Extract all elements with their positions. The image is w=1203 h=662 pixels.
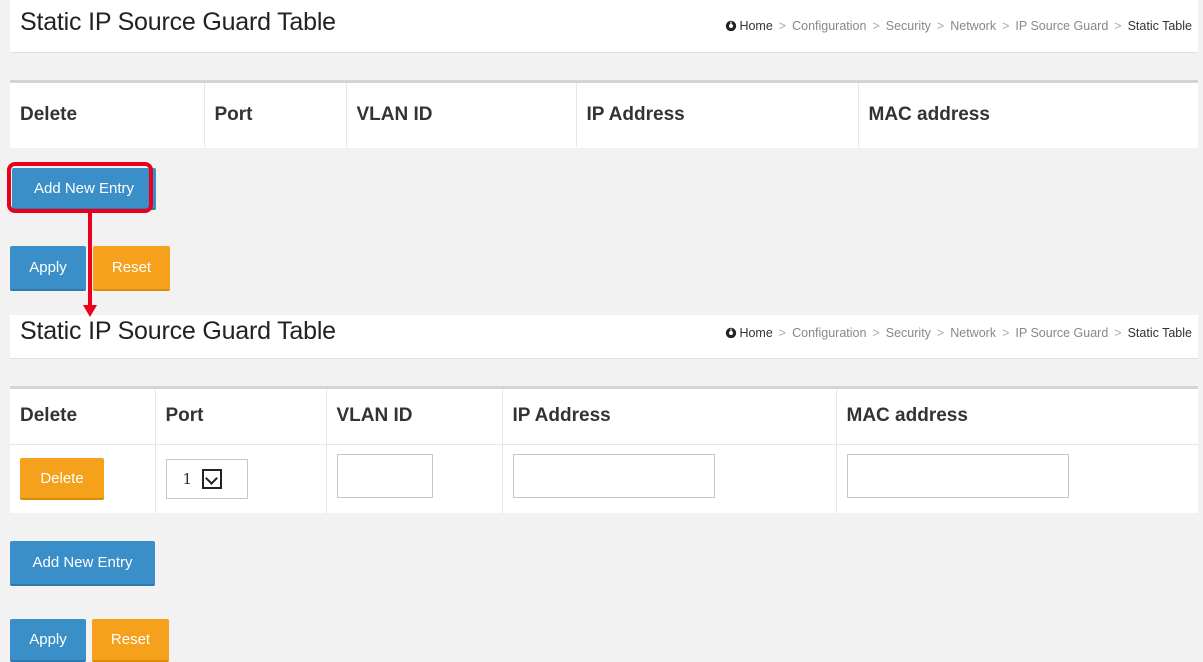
- breadcrumb-separator: >: [872, 19, 880, 33]
- breadcrumb-configuration[interactable]: Configuration: [792, 326, 866, 340]
- column-header-port: Port: [154, 389, 326, 444]
- reset-button[interactable]: Reset: [93, 246, 170, 291]
- breadcrumb-ip-source-guard[interactable]: IP Source Guard: [1015, 19, 1108, 33]
- breadcrumb-home[interactable]: Home: [739, 326, 772, 340]
- breadcrumb-separator: >: [1114, 19, 1122, 33]
- dashboard-gauge-icon: [726, 327, 737, 338]
- column-header-mac-address: MAC address: [835, 389, 1198, 444]
- highlight-box: [7, 162, 153, 213]
- breadcrumb-current: Static Table: [1127, 19, 1192, 33]
- static-table: Delete Port VLAN ID IP Address MAC addre…: [10, 80, 1198, 148]
- annotation-arrow: [88, 213, 92, 308]
- column-header-mac-address: MAC address: [857, 83, 1198, 147]
- breadcrumb-network[interactable]: Network: [950, 326, 996, 340]
- breadcrumb-security[interactable]: Security: [886, 326, 931, 340]
- table-row: Delete 1: [10, 443, 1198, 513]
- breadcrumb: Home > Configuration > Security > Network > IP S…: [725, 19, 1192, 33]
- mac-address-cell: [835, 443, 1198, 513]
- bottom-panel: Static IP Source Guard Table Home > Config…: [0, 315, 1203, 662]
- table-header-row: Delete Port VLAN ID IP Address MAC addre…: [10, 389, 1198, 444]
- column-header-delete: Delete: [20, 104, 78, 125]
- breadcrumb-separator: >: [778, 19, 787, 33]
- vlan-id-input[interactable]: [336, 454, 433, 499]
- table-header-row: Delete Port VLAN ID IP Address MAC addre…: [10, 83, 1198, 147]
- page-header: Static IP Source Guard Table Home > Config…: [10, 0, 1198, 53]
- port-cell: 1: [154, 443, 326, 513]
- mac-address-input[interactable]: [846, 454, 1069, 499]
- apply-button[interactable]: Apply: [10, 246, 86, 291]
- column-header-port: Port: [203, 83, 346, 147]
- breadcrumb-separator: >: [936, 326, 945, 340]
- delete-cell: Delete: [10, 443, 155, 513]
- breadcrumb: Home > Configuration > Security > Network > IP S…: [725, 326, 1192, 340]
- port-select[interactable]: 1: [165, 458, 248, 499]
- ip-address-cell: [501, 443, 836, 513]
- breadcrumb-home[interactable]: Home: [739, 19, 772, 33]
- breadcrumb-separator: >: [1002, 19, 1010, 33]
- column-header-vlan-id: VLAN ID: [345, 83, 576, 147]
- breadcrumb-separator: >: [936, 19, 945, 33]
- column-header-delete: Delete: [20, 405, 78, 427]
- page-title: Static IP Source Guard Table: [20, 8, 336, 36]
- breadcrumb-current: Static Table: [1127, 326, 1192, 340]
- column-header-vlan-id: VLAN ID: [325, 389, 502, 444]
- port-select-value: 1: [182, 469, 193, 488]
- vlan-id-cell: [325, 443, 502, 513]
- column-header-ip-address: IP Address: [575, 83, 858, 147]
- breadcrumb-separator: >: [872, 326, 880, 340]
- breadcrumb-network[interactable]: Network: [950, 19, 996, 33]
- static-table: Delete Port VLAN ID IP Address MAC addre…: [10, 386, 1198, 513]
- reset-button[interactable]: Reset: [92, 619, 169, 662]
- breadcrumb-separator: >: [1002, 326, 1010, 340]
- apply-button[interactable]: Apply: [10, 619, 86, 662]
- dashboard-gauge-icon: [726, 20, 737, 31]
- breadcrumb-ip-source-guard[interactable]: IP Source Guard: [1015, 326, 1108, 340]
- annotation-arrow-head: [83, 305, 97, 317]
- add-new-entry-button[interactable]: Add New Entry: [10, 541, 155, 586]
- breadcrumb-separator: >: [778, 326, 787, 340]
- delete-button[interactable]: Delete: [20, 457, 104, 500]
- chevron-down-icon[interactable]: [202, 468, 223, 489]
- ip-address-input[interactable]: [512, 454, 715, 499]
- top-panel: Static IP Source Guard Table Home > Config…: [0, 0, 1203, 300]
- breadcrumb-security[interactable]: Security: [886, 19, 931, 33]
- page-title: Static IP Source Guard Table: [20, 317, 336, 345]
- page-header: Static IP Source Guard Table Home > Config…: [10, 315, 1198, 359]
- column-header-ip-address: IP Address: [501, 389, 836, 444]
- breadcrumb-configuration[interactable]: Configuration: [792, 19, 866, 33]
- breadcrumb-separator: >: [1114, 326, 1122, 340]
